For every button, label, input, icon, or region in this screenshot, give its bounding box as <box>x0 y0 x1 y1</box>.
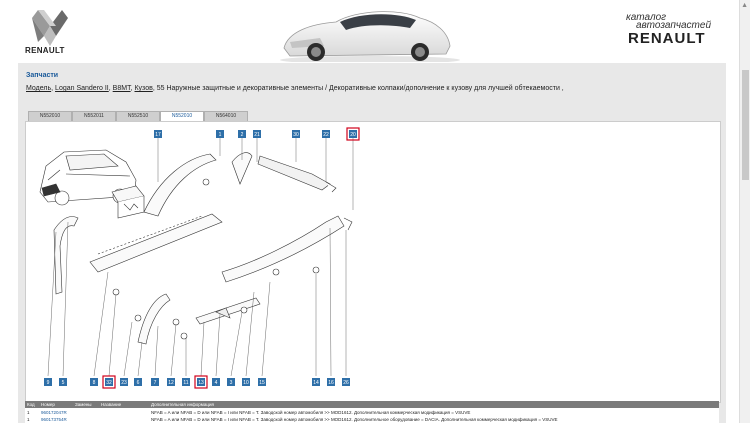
callout-8[interactable]: 8 <box>90 378 98 386</box>
breadcrumb-current: 55 Наружные защитные и декоративные элем… <box>156 85 564 92</box>
callout-4[interactable]: 4 <box>212 378 220 386</box>
exploded-parts-diagram: 17 1 2 21 30 22 20 9 5 8 32 23 6 7 12 11 13 4 3 10 15 14 16 26 <box>39 127 360 389</box>
vertical-scrollbar[interactable]: ▲ <box>739 0 750 423</box>
tab-n552011[interactable]: N552011 <box>72 111 116 121</box>
callout-32[interactable]: 32 <box>102 375 116 389</box>
breadcrumb-item-model[interactable]: Модель <box>26 85 51 92</box>
callout-label: 9 <box>47 380 50 386</box>
logo-wordmark: RENAULT <box>25 46 65 55</box>
tab-n552510[interactable]: N552510 <box>116 111 160 121</box>
parts-table: Код Номер Замены Название Дополнительная… <box>25 401 719 423</box>
top-callout-group: 17 1 2 21 30 22 20 <box>154 127 360 141</box>
breadcrumb-separator: , <box>130 85 133 92</box>
main-content: Запчасти Модель, Logan Sandero II, B8MT,… <box>18 63 726 423</box>
breadcrumb-separator: , <box>152 85 155 92</box>
callout-9[interactable]: 9 <box>44 378 52 386</box>
section-title: Запчасти <box>26 72 59 79</box>
callout-13[interactable]: 13 <box>194 375 208 389</box>
callout-10[interactable]: 10 <box>242 378 250 386</box>
page-header: RENAULT каталог автозапчастей RENAULT <box>0 0 740 62</box>
row-info: NFAB = A или NFAB = D или NFAB = I или N… <box>151 410 471 415</box>
table-header: Код Номер Замены Название Дополнительная… <box>25 401 719 408</box>
car-banner-image <box>280 11 460 62</box>
callout-label: 2 <box>241 132 244 138</box>
bottom-callout-group: 9 5 8 32 23 6 7 12 11 13 4 3 10 15 14 16 26 <box>44 375 350 389</box>
callout-21[interactable]: 21 <box>253 130 261 138</box>
callout-label: 32 <box>106 380 112 386</box>
tab-n552010[interactable]: N552010 <box>28 111 72 121</box>
catalog-brand-title: RENAULT <box>628 30 706 47</box>
callout-label: 23 <box>121 380 127 386</box>
table-row[interactable]: 1 960172047R NFAB = A или NFAB = D или N… <box>25 409 719 416</box>
callout-1[interactable]: 1 <box>216 130 224 138</box>
callout-label: 12 <box>168 380 174 386</box>
callout-label: 16 <box>328 380 334 386</box>
tab-n564010[interactable]: N564010 <box>204 111 248 121</box>
breadcrumb-separator: , <box>51 85 54 92</box>
row-part-number[interactable]: 960173754R <box>41 416 67 423</box>
column-header-name: Название <box>101 402 122 407</box>
column-header-code: Код <box>27 402 35 407</box>
callout-22[interactable]: 22 <box>322 130 330 138</box>
callout-label: 7 <box>154 380 157 386</box>
callout-label: 15 <box>259 380 265 386</box>
callout-label: 3 <box>230 380 233 386</box>
callout-16[interactable]: 16 <box>327 378 335 386</box>
callout-label: 10 <box>243 380 249 386</box>
parts-diagram-panel: 17 1 2 21 30 22 20 9 5 8 32 23 6 7 12 11 13 4 3 10 15 14 16 26 <box>25 121 721 403</box>
callout-23[interactable]: 23 <box>120 378 128 386</box>
column-header-replacements: Замены <box>75 402 92 407</box>
row-part-number[interactable]: 960172047R <box>41 409 67 416</box>
callout-label: 5 <box>62 380 65 386</box>
callout-label: 4 <box>215 380 218 386</box>
callout-14[interactable]: 14 <box>312 378 320 386</box>
breadcrumb: Модель, Logan Sandero II, B8MT, Кузов, 5… <box>26 85 564 92</box>
callout-30[interactable]: 30 <box>292 130 300 138</box>
callout-label: 6 <box>137 380 140 386</box>
tab-n552010-active[interactable]: N552010 <box>160 111 204 121</box>
column-header-number: Номер <box>41 402 55 407</box>
callout-label: 26 <box>343 380 349 386</box>
callout-11[interactable]: 11 <box>182 378 190 386</box>
callout-12[interactable]: 12 <box>167 378 175 386</box>
callout-label: 17 <box>155 132 161 138</box>
callout-5[interactable]: 5 <box>59 378 67 386</box>
callout-17[interactable]: 17 <box>154 130 162 138</box>
callout-label: 14 <box>313 380 319 386</box>
callout-label: 11 <box>183 380 188 386</box>
callout-7[interactable]: 7 <box>151 378 159 386</box>
callout-label: 13 <box>198 380 204 386</box>
row-info: NFAB = A или NFAB = D или NFAB = I или N… <box>151 417 558 422</box>
callout-label: 22 <box>323 132 329 138</box>
callout-6[interactable]: 6 <box>134 378 142 386</box>
row-code: 1 <box>27 410 30 415</box>
breadcrumb-item-body[interactable]: Кузов <box>134 85 152 92</box>
scrollbar-thumb[interactable] <box>742 70 749 180</box>
breadcrumb-item-engine[interactable]: B8MT <box>113 85 131 92</box>
callout-label: 1 <box>219 132 222 138</box>
callout-label: 30 <box>293 132 299 138</box>
diagram-drawing <box>39 149 353 345</box>
column-header-info: Дополнительная информация <box>151 402 214 407</box>
callout-3[interactable]: 3 <box>227 378 235 386</box>
breadcrumb-item-car[interactable]: Logan Sandero II <box>55 85 109 92</box>
callout-15[interactable]: 15 <box>258 378 266 386</box>
breadcrumb-separator: , <box>108 85 111 92</box>
callout-26[interactable]: 26 <box>342 378 350 386</box>
table-row[interactable]: 1 960173754R NFAB = A или NFAB = D или N… <box>25 416 719 423</box>
scroll-up-arrow-icon[interactable]: ▲ <box>741 2 748 9</box>
callout-label: 20 <box>350 132 356 138</box>
callout-label: 8 <box>93 380 96 386</box>
callout-label: 21 <box>254 132 260 138</box>
row-code: 1 <box>27 417 30 422</box>
callout-2[interactable]: 2 <box>238 130 246 138</box>
